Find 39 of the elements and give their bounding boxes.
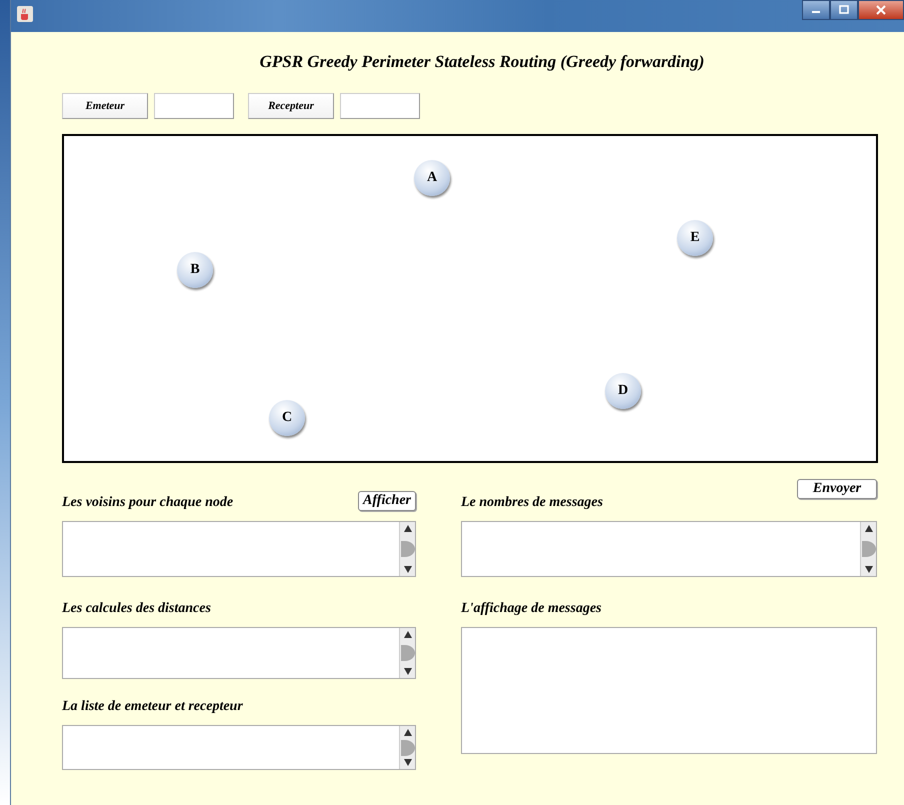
node-input-field[interactable]: [154, 93, 234, 119]
action-button[interactable]: Afficher: [358, 491, 416, 511]
panel-label: Les calcules des distances: [62, 601, 211, 617]
scrollbar[interactable]: [399, 726, 415, 769]
scroll-up-icon: [404, 729, 412, 736]
network-node[interactable]: E: [677, 220, 713, 256]
scroll-down-icon: [404, 566, 412, 573]
action-button[interactable]: Envoyer: [797, 479, 877, 499]
network-node[interactable]: C: [269, 400, 305, 436]
panel-label: Le nombres de messages: [461, 495, 603, 511]
scroll-down-icon: [864, 566, 872, 573]
role-button[interactable]: Recepteur: [248, 93, 334, 119]
scroll-down-icon: [404, 759, 412, 766]
minimize-button[interactable]: [802, 0, 830, 20]
network-node[interactable]: D: [605, 373, 641, 409]
scroll-thumb-icon: [400, 740, 414, 756]
scroll-up-icon: [404, 525, 412, 532]
coffee-cup-icon: [17, 6, 33, 22]
scrollbar[interactable]: [860, 522, 876, 576]
scroll-down-icon: [404, 668, 412, 675]
network-node[interactable]: B: [177, 252, 213, 288]
maximize-button[interactable]: [830, 0, 858, 20]
close-button[interactable]: [858, 0, 904, 20]
scroll-thumb-icon: [400, 645, 414, 661]
panel-label: Les voisins pour chaque node: [62, 495, 234, 511]
app-heading: GPSR Greedy Perimeter Stateless Routing (Greedy forwarding): [258, 52, 706, 72]
scroll-up-icon: [864, 525, 872, 532]
panel-label: La liste de emeteur et recepteur: [62, 699, 243, 715]
scroll-thumb-icon: [400, 541, 414, 557]
role-button[interactable]: Emeteur: [62, 93, 148, 119]
panel-label: L'affichage de messages: [461, 601, 602, 617]
node-input-field[interactable]: [340, 93, 420, 119]
scroll-up-icon: [404, 631, 412, 638]
network-node[interactable]: A: [414, 160, 450, 196]
scrollbar[interactable]: [399, 628, 415, 678]
maximize-icon: [839, 5, 849, 15]
close-icon: [876, 5, 886, 15]
scrollbar[interactable]: [399, 522, 415, 576]
scroll-thumb-icon: [862, 541, 876, 557]
